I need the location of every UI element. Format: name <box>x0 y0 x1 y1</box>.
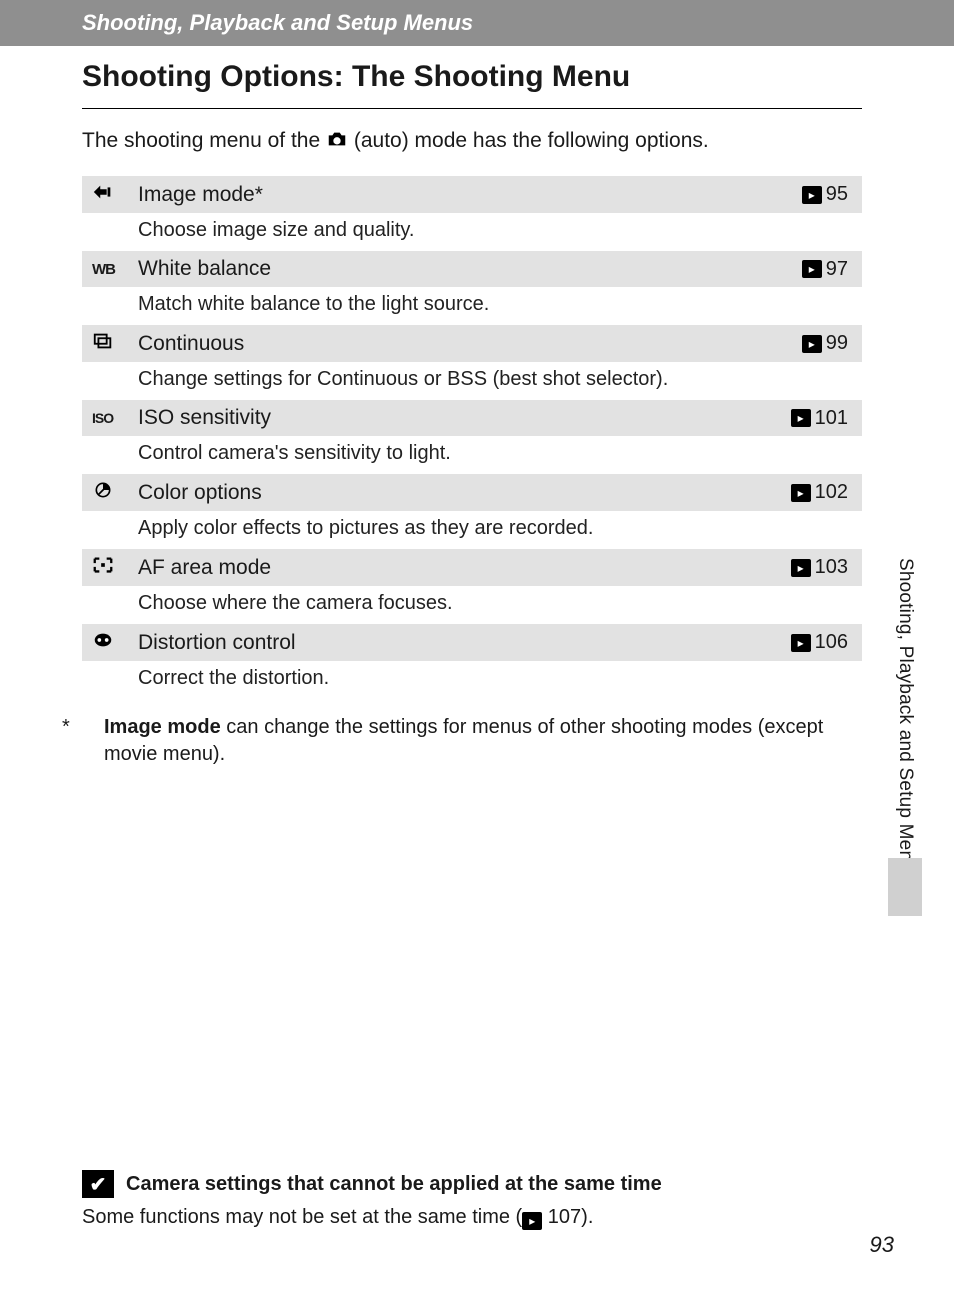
page-ref: ▸ 97 <box>802 258 848 281</box>
option-label: Color options <box>138 481 791 505</box>
page-ref-icon: ▸ <box>791 559 811 577</box>
footnote-marker: * <box>62 714 92 768</box>
option-label: Image mode* <box>138 183 802 207</box>
af-area-icon <box>92 555 138 580</box>
intro-text: The shooting menu of the (auto) mode has… <box>0 109 954 175</box>
option-label: Distortion control <box>138 631 791 655</box>
intro-after: (auto) mode has the following options. <box>354 129 709 152</box>
page-ref-icon: ▸ <box>802 186 822 204</box>
footnote: * Image mode can change the settings for… <box>0 698 954 768</box>
page-ref-number: 99 <box>826 332 848 355</box>
option-row: WB White balance ▸ 97 <box>82 250 862 287</box>
option-row: Image mode* ▸ 95 <box>82 175 862 213</box>
page-ref-icon: ▸ <box>791 409 811 427</box>
option-label: ISO sensitivity <box>138 406 791 430</box>
page-ref-icon: ▸ <box>791 484 811 502</box>
option-row: AF area mode ▸ 103 <box>82 548 862 586</box>
page-ref-number: 106 <box>815 631 848 654</box>
option-desc: Match white balance to the light source. <box>82 287 862 324</box>
page-ref-icon: ▸ <box>802 335 822 353</box>
option-desc: Correct the distortion. <box>82 661 862 698</box>
distortion-icon <box>92 630 138 655</box>
option-desc: Apply color effects to pictures as they … <box>82 511 862 548</box>
intro-before: The shooting menu of the <box>82 129 326 152</box>
option-desc: Control camera's sensitivity to light. <box>82 436 862 473</box>
page-ref-icon: ▸ <box>522 1212 542 1230</box>
side-tab-label: Shooting, Playback and Setup Menus <box>894 558 916 882</box>
iso-icon: ISO <box>92 410 138 426</box>
note-body-after: ). <box>581 1206 593 1228</box>
page-ref: ▸ 95 <box>802 183 848 206</box>
options-table: Image mode* ▸ 95 Choose image size and q… <box>0 175 954 698</box>
option-row: ISO ISO sensitivity ▸ 101 <box>82 399 862 436</box>
page-ref: ▸ 99 <box>802 332 848 355</box>
option-row: Color options ▸ 102 <box>82 473 862 511</box>
page-ref: ▸ 103 <box>791 556 848 579</box>
option-row: Distortion control ▸ 106 <box>82 623 862 661</box>
color-icon <box>92 480 138 505</box>
continuous-icon <box>92 331 138 356</box>
image-mode-icon <box>92 182 138 207</box>
page-ref: ▸ 106 <box>791 631 848 654</box>
page-ref-number: 95 <box>826 183 848 206</box>
page-ref-number: 97 <box>826 258 848 281</box>
page-ref-icon: ▸ <box>802 260 822 278</box>
note-block: ✔ Camera settings that cannot be applied… <box>82 1170 862 1230</box>
side-thumb-tab <box>888 858 922 916</box>
option-desc: Choose where the camera focuses. <box>82 586 862 623</box>
footnote-bold: Image mode <box>104 716 221 738</box>
option-label: White balance <box>138 257 802 281</box>
page-number: 93 <box>870 1232 894 1258</box>
page-title: Shooting Options: The Shooting Menu <box>82 46 862 109</box>
note-title: Camera settings that cannot be applied a… <box>126 1173 662 1196</box>
page-ref-number: 102 <box>815 481 848 504</box>
page-ref-number: 101 <box>815 407 848 430</box>
option-desc: Choose image size and quality. <box>82 213 862 250</box>
page-ref: ▸ 101 <box>791 407 848 430</box>
option-label: Continuous <box>138 332 802 356</box>
camera-icon <box>326 129 348 157</box>
wb-icon: WB <box>92 261 138 278</box>
option-row: Continuous ▸ 99 <box>82 324 862 362</box>
check-badge-icon: ✔ <box>82 1170 114 1198</box>
section-breadcrumb: Shooting, Playback and Setup Menus <box>0 0 954 46</box>
note-body-page: 107 <box>548 1206 581 1228</box>
page-ref-icon: ▸ <box>791 634 811 652</box>
page-ref: ▸ 102 <box>791 481 848 504</box>
note-body-before: Some functions may not be set at the sam… <box>82 1206 522 1228</box>
note-body: Some functions may not be set at the sam… <box>82 1206 862 1230</box>
option-desc: Change settings for Continuous or BSS (b… <box>82 362 862 399</box>
page-ref-number: 103 <box>815 556 848 579</box>
option-label: AF area mode <box>138 556 791 580</box>
